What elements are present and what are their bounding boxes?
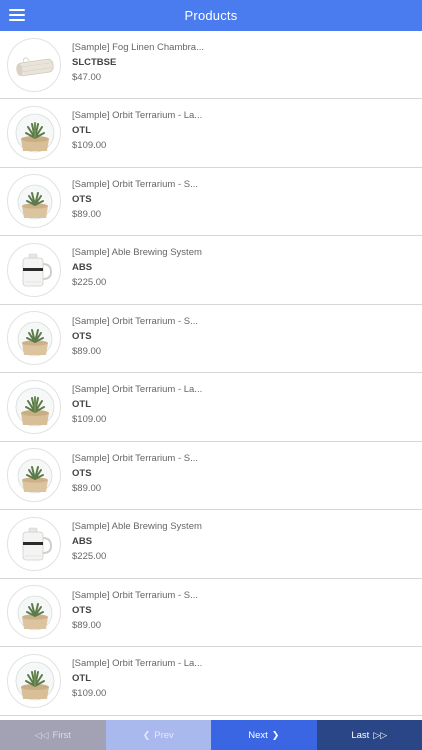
product-name: [Sample] Orbit Terrarium - S... (72, 178, 198, 190)
product-row[interactable]: [Sample] Orbit Terrarium - S... OTS $89.00 (0, 578, 422, 647)
product-name: [Sample] Able Brewing System (72, 247, 202, 258)
product-info: [Sample] Orbit Terrarium - La... OTL $109.… (72, 657, 414, 700)
product-thumbnail (7, 653, 61, 708)
product-price: $89.00 (72, 208, 102, 220)
double-chevron-right-icon: ▷▷ (373, 729, 388, 740)
product-info: [Sample] Orbit Terrarium - S... OTS $89.00 (72, 178, 414, 221)
product-thumbnail (7, 311, 61, 366)
next-page-label: Next (248, 729, 268, 741)
product-sku: SLCTBSE (72, 57, 117, 68)
page-title: Products (184, 8, 238, 23)
product-info: [Sample] Able Brewing System ABS $225.00 (72, 246, 414, 289)
product-name: [Sample] Orbit Terrarium - S... (72, 589, 198, 601)
product-thumbnail (7, 242, 61, 297)
product-thumbnail (7, 379, 61, 434)
product-thumbnail (7, 516, 61, 571)
product-sku: OTL (72, 399, 91, 410)
product-sku: OTS (72, 467, 92, 479)
product-row[interactable]: [Sample] Orbit Terrarium - S... OTS $89.00 (0, 167, 422, 236)
product-name: [Sample] Fog Linen Chambra... (72, 42, 205, 53)
product-thumbnail (7, 585, 61, 640)
product-price: $109.00 (72, 414, 107, 425)
next-page-button[interactable]: Next ❯ (211, 720, 317, 750)
prev-page-button[interactable]: ❮ Prev (105, 720, 211, 750)
product-info: [Sample] Fog Linen Chambra... SLCTBSE $47.… (72, 41, 414, 84)
product-sku: OTS (72, 330, 92, 342)
product-sku: OTS (72, 193, 92, 205)
product-row[interactable]: [Sample] Orbit Terrarium - La... OTL $109.… (0, 373, 422, 442)
product-sku: OTL (72, 125, 91, 136)
product-thumbnail (7, 105, 61, 160)
product-sku: OTS (72, 604, 92, 616)
product-info: [Sample] Able Brewing System ABS $225.00 (72, 520, 414, 563)
product-name: [Sample] Orbit Terrarium - S... (72, 315, 198, 327)
double-chevron-left-icon: ◁◁ (34, 729, 49, 740)
product-price: $225.00 (72, 277, 107, 288)
product-list[interactable]: [Sample] Fog Linen Chambra... SLCTBSE $47.… (0, 31, 422, 720)
last-page-label: Last (351, 729, 370, 741)
product-info: [Sample] Orbit Terrarium - S... OTS $89.00 (72, 315, 414, 358)
product-name: [Sample] Orbit Terrarium - La... (72, 110, 203, 121)
product-row[interactable]: [Sample] Fog Linen Chambra... SLCTBSE $47.… (0, 31, 422, 99)
product-row[interactable]: [Sample] Orbit Terrarium - La... OTL $109.… (0, 647, 422, 716)
product-row[interactable]: [Sample] Orbit Terrarium - La... OTL $109.… (0, 99, 422, 168)
product-info: [Sample] Orbit Terrarium - S... OTS $89.00 (72, 589, 414, 632)
product-thumbnail (7, 37, 61, 92)
chevron-right-icon: ❯ (271, 729, 280, 740)
first-page-button[interactable]: ◁◁ First (0, 720, 106, 750)
product-price: $109.00 (72, 688, 107, 699)
product-row[interactable]: [Sample] Orbit Terrarium - S... OTS $89.00 (0, 304, 422, 373)
app-header: Products (0, 0, 422, 31)
product-price: $89.00 (72, 482, 102, 494)
product-price: $225.00 (72, 551, 107, 562)
product-info: [Sample] Orbit Terrarium - S... OTS $89.00 (72, 452, 414, 495)
product-price: $89.00 (72, 345, 102, 357)
product-price: $47.00 (72, 72, 102, 83)
product-thumbnail (7, 448, 61, 503)
product-price: $109.00 (72, 140, 107, 151)
product-info: [Sample] Orbit Terrarium - La... OTL $109.… (72, 109, 414, 152)
prev-page-label: Prev (154, 729, 174, 741)
product-name: [Sample] Orbit Terrarium - La... (72, 384, 203, 395)
product-sku: ABS (72, 536, 93, 547)
product-row[interactable]: [Sample] Able Brewing System ABS $225.00 (0, 510, 422, 579)
chevron-left-icon: ❮ (142, 729, 151, 740)
product-name: [Sample] Able Brewing System (72, 521, 202, 532)
product-sku: ABS (72, 262, 93, 273)
pagination-bar: ◁◁ First ❮ Prev Next ❯ Last ▷▷ (0, 720, 422, 750)
product-row[interactable]: [Sample] Able Brewing System ABS $225.00 (0, 236, 422, 305)
product-name: [Sample] Orbit Terrarium - S... (72, 452, 198, 464)
last-page-button[interactable]: Last ▷▷ (316, 720, 422, 750)
product-thumbnail (7, 174, 61, 229)
hamburger-menu-icon[interactable] (9, 9, 25, 22)
product-row[interactable]: [Sample] Orbit Terrarium - S... OTS $89.00 (0, 441, 422, 510)
product-name: [Sample] Orbit Terrarium - La... (72, 658, 203, 669)
product-info: [Sample] Orbit Terrarium - La... OTL $109.… (72, 383, 414, 426)
product-price: $89.00 (72, 619, 102, 631)
first-page-label: First (52, 729, 71, 741)
product-sku: OTL (72, 673, 91, 684)
